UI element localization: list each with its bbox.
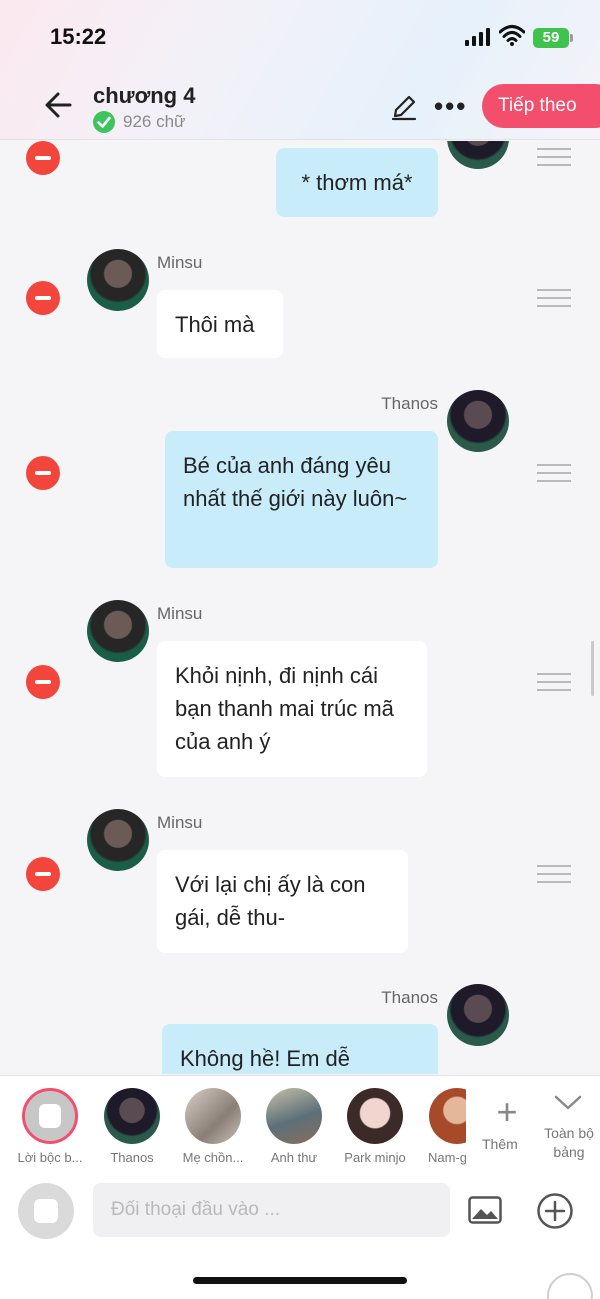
scrollbar[interactable] (591, 641, 594, 696)
narration-icon (22, 1088, 78, 1144)
image-icon[interactable] (468, 1196, 502, 1224)
sender-name: Thanos (381, 394, 438, 413)
dialogue-input[interactable] (93, 1183, 450, 1237)
avatar (347, 1088, 403, 1144)
character-nam-gi[interactable]: Nam-gi (416, 1088, 466, 1165)
wifi-icon (499, 25, 525, 46)
character-anh-thu[interactable]: Anh thư (254, 1088, 334, 1165)
delete-message-button[interactable] (26, 857, 60, 891)
back-arrow-icon[interactable] (44, 90, 74, 120)
avatar (447, 390, 509, 452)
chapter-title: chương 4 (93, 83, 196, 108)
message-bubble[interactable]: Bé của anh đáng yêu nhất thế giới này lu… (165, 431, 438, 568)
scroll-up-button[interactable] (547, 1273, 593, 1299)
avatar (104, 1088, 160, 1144)
status-time: 15:22 (50, 24, 107, 49)
message-type-icon[interactable] (18, 1183, 74, 1239)
drag-handle-icon[interactable] (537, 464, 571, 482)
chevron-down-icon[interactable] (553, 1087, 583, 1117)
input-row (0, 1170, 600, 1299)
sender-name: Minsu (157, 604, 203, 623)
delete-message-button[interactable] (26, 281, 60, 315)
character-me-chong[interactable]: Mẹ chồn... (173, 1088, 253, 1165)
add-character-icon[interactable]: + (486, 1094, 528, 1130)
expand-all-label[interactable]: Toàn bộ bảng (537, 1124, 600, 1162)
avatar (87, 249, 149, 311)
more-options-icon[interactable]: ••• (434, 93, 467, 119)
signal-icon (465, 28, 490, 46)
top-bar: 15:22 59 chương 4 926 chữ ••• Tiếp theo (0, 0, 600, 140)
edit-icon[interactable] (390, 93, 418, 121)
avatar (447, 984, 509, 1046)
avatar (447, 141, 509, 169)
sender-name: Minsu (157, 813, 203, 832)
sender-name: Thanos (381, 988, 438, 1007)
next-chapter-button[interactable]: Tiếp theo (482, 84, 600, 128)
avatar (185, 1088, 241, 1144)
add-circle-icon[interactable] (536, 1192, 574, 1230)
chat-area[interactable]: * thơm má* Minsu Thôi mà Thanos Bé của a… (0, 141, 600, 1074)
delete-message-button[interactable] (26, 456, 60, 490)
message-bubble[interactable]: Khỏi nịnh, đi nịnh cái bạn thanh mai trú… (157, 641, 427, 777)
message-bubble[interactable]: Thôi mà (157, 290, 283, 358)
message-bubble[interactable]: Với lại chị ấy là con gái, dễ thu- (157, 850, 408, 953)
avatar (87, 600, 149, 662)
word-count: 926 chữ (123, 112, 186, 131)
message-bubble[interactable]: Không hề! Em dễ (162, 1024, 438, 1074)
drag-handle-icon[interactable] (537, 673, 571, 691)
character-thanos[interactable]: Thanos (92, 1088, 172, 1165)
message-bubble[interactable]: * thơm má* (276, 148, 438, 217)
character-park-minjo[interactable]: Park minjo (335, 1088, 415, 1165)
avatar (266, 1088, 322, 1144)
check-icon (93, 111, 115, 133)
drag-handle-icon[interactable] (537, 148, 571, 166)
character-narration[interactable]: Lời bộc b... (10, 1088, 90, 1165)
add-character-label[interactable]: Thêm (482, 1136, 518, 1152)
avatar (429, 1088, 466, 1144)
drag-handle-icon[interactable] (537, 289, 571, 307)
avatar (87, 809, 149, 871)
sender-name: Minsu (157, 253, 203, 272)
delete-message-button[interactable] (26, 141, 60, 175)
battery-indicator: 59 (533, 28, 573, 48)
drag-handle-icon[interactable] (537, 865, 571, 883)
delete-message-button[interactable] (26, 665, 60, 699)
home-indicator (193, 1277, 407, 1284)
